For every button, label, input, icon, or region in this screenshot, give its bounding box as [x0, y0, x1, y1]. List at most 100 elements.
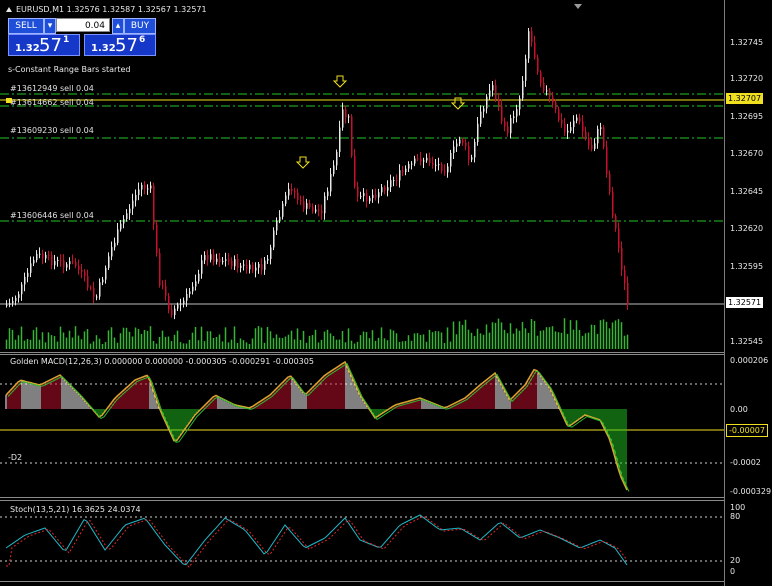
chart-title: EURUSD,M1 1.32576 1.32587 1.32567 1.3257… — [16, 5, 207, 14]
candle-body — [579, 117, 581, 122]
candle-body — [24, 276, 26, 285]
sell-price-box[interactable]: 1.32 57 1 — [8, 34, 80, 56]
macd-pane-bottom-border[interactable] — [0, 497, 724, 498]
candle-body — [171, 309, 173, 316]
stoch-pane-top-border[interactable] — [0, 500, 724, 501]
candle-body — [72, 261, 74, 263]
candle-body — [555, 102, 557, 110]
candle-body — [180, 303, 182, 305]
candle-body — [582, 121, 584, 132]
candle-body — [204, 255, 206, 261]
candle-body — [297, 192, 299, 201]
candle-body — [264, 260, 266, 270]
candle-body — [621, 247, 623, 270]
candle-body — [585, 131, 587, 138]
candle-body — [135, 194, 137, 201]
price-tick: 1.32545 — [730, 337, 764, 346]
candle-body — [318, 209, 320, 211]
candle-body — [153, 185, 155, 225]
candle-body — [132, 200, 134, 209]
candle-body — [282, 203, 284, 217]
candle-body — [102, 279, 104, 283]
candle-body — [522, 80, 524, 99]
candle-body — [465, 142, 467, 147]
candle-body — [198, 273, 200, 282]
candle-body — [408, 164, 410, 169]
candle-body — [324, 196, 326, 214]
candle-body — [66, 264, 68, 268]
order-label[interactable]: #13606446 sell 0.04 — [10, 211, 94, 220]
candle-body — [516, 109, 518, 117]
candle-body — [390, 180, 392, 188]
candle-body — [558, 109, 560, 121]
candle-body — [177, 304, 179, 309]
down-arrow-icon — [332, 75, 348, 88]
candle-body — [222, 260, 224, 263]
sell-button[interactable]: SELL — [8, 18, 44, 34]
candle-body — [312, 207, 314, 212]
order-label[interactable]: #13614662 sell 0.04 — [10, 98, 94, 107]
candle-body — [339, 127, 341, 152]
buy-price-box[interactable]: 1.32 57 6 — [84, 34, 156, 56]
order-label[interactable]: #13612949 sell 0.04 — [10, 84, 94, 93]
one-click-trading-panel: SELL ▾ 0.04 ▴ BUY 1.32 57 1 1.32 57 6 — [8, 18, 156, 58]
macd-tick: -0.000329 — [730, 487, 772, 496]
candle-body — [480, 111, 482, 124]
candle-body — [363, 192, 365, 197]
candle-body — [12, 300, 14, 304]
candle-body — [207, 255, 209, 260]
candle-body — [573, 120, 575, 128]
candle-body — [462, 139, 464, 143]
chart-shift-marker-icon[interactable] — [574, 4, 582, 9]
candle-body — [225, 259, 227, 261]
sell-price-sup: 1 — [63, 35, 70, 45]
candle-body — [147, 188, 149, 190]
candle-body — [258, 264, 260, 268]
candle-body — [570, 127, 572, 131]
candle-body — [78, 265, 80, 270]
candle-body — [453, 146, 455, 153]
candle-body — [195, 281, 197, 287]
candle-body — [327, 191, 329, 197]
candle-body — [48, 254, 50, 256]
candle-body — [6, 304, 8, 306]
order-label[interactable]: #13609230 sell 0.04 — [10, 126, 94, 135]
candle-body — [21, 284, 23, 295]
candle-body — [144, 184, 146, 189]
candle-body — [414, 158, 416, 164]
lot-size-input[interactable]: 0.04 — [56, 18, 110, 32]
candle-body — [219, 258, 221, 263]
candle-body — [93, 287, 95, 297]
stoch-pane-bottom-border — [0, 581, 724, 582]
candle-body — [354, 155, 356, 187]
macd-pane-top-border[interactable] — [0, 354, 724, 355]
candle-body — [387, 187, 389, 191]
price-chart[interactable] — [0, 0, 772, 586]
candle-body — [351, 116, 353, 156]
candle-body — [126, 213, 128, 220]
candle-body — [546, 90, 548, 92]
candle-body — [294, 190, 296, 193]
buy-button[interactable]: BUY — [124, 18, 156, 34]
candle-body — [111, 247, 113, 257]
candle-body — [450, 152, 452, 167]
macd-current-value: -0.00007 — [726, 424, 768, 437]
buy-price-sup: 6 — [139, 35, 146, 45]
main-pane-bottom-border[interactable] — [0, 352, 724, 353]
lot-decrease-button[interactable]: ▾ — [44, 18, 56, 34]
stoch-tick: 100 — [730, 503, 746, 512]
candle-body — [474, 141, 476, 158]
lot-increase-button[interactable]: ▴ — [112, 18, 124, 34]
candle-body — [252, 264, 254, 271]
candle-body — [492, 85, 494, 91]
candle-body — [615, 215, 617, 229]
candle-body — [165, 286, 167, 296]
candle-body — [624, 269, 626, 284]
candle-body — [378, 192, 380, 198]
macd-tick: 0.00 — [730, 405, 748, 414]
stoch-tick: 20 — [730, 556, 741, 565]
macd-d2-label: -D2 — [8, 453, 23, 462]
candle-body — [15, 297, 17, 301]
candle-body — [504, 121, 506, 127]
macd-label: Golden MACD(12,26,3) 0.000000 0.000000 -… — [10, 357, 314, 366]
